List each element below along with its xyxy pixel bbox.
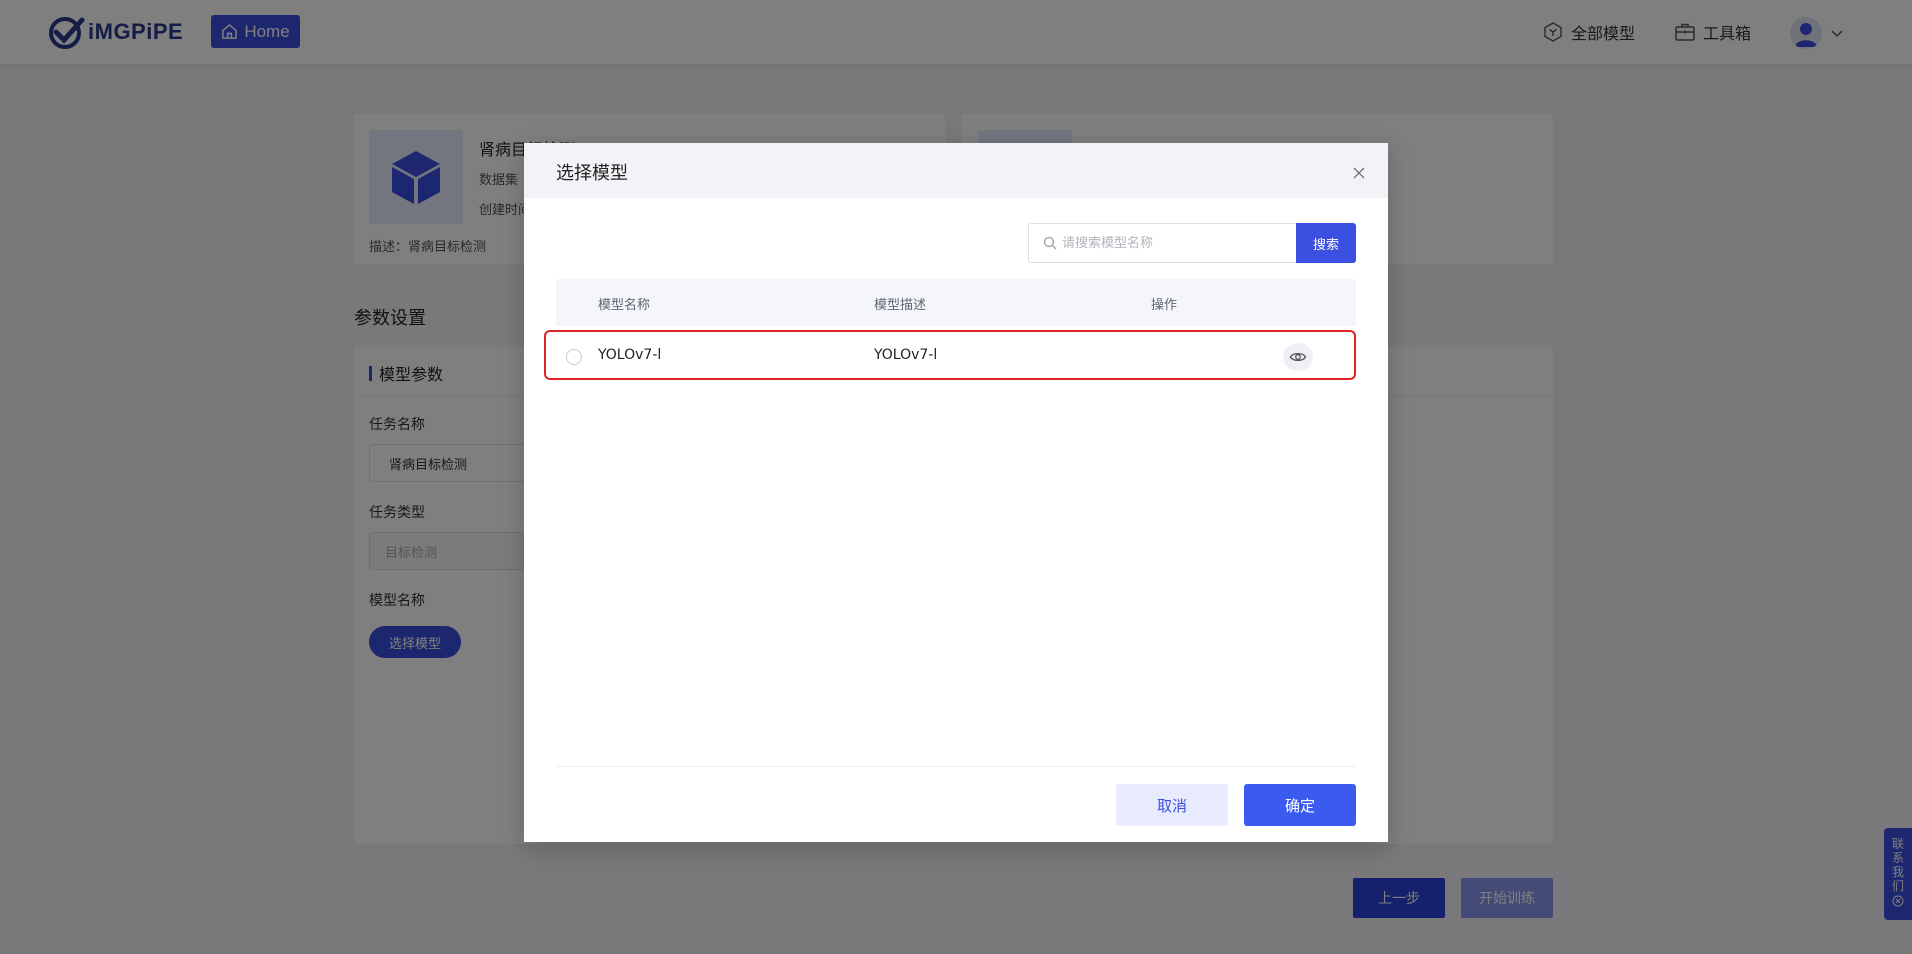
- confirm-button[interactable]: 确定: [1244, 784, 1356, 826]
- row-model-description: YOLOv7-l: [874, 347, 938, 363]
- dialog-title: 选择模型: [556, 163, 628, 184]
- model-search-input[interactable]: [1062, 235, 1282, 251]
- dialog-footer-divider: [556, 766, 1356, 767]
- dialog-header: 选择模型: [524, 143, 1388, 198]
- search-icon: [1043, 236, 1057, 250]
- select-model-dialog: 选择模型 搜索 模型名称 模型描述 操作 YOLOv7-l YOLOv7-l 取…: [524, 143, 1388, 842]
- model-search-box[interactable]: [1028, 223, 1296, 263]
- column-header-model-name: 模型名称: [598, 298, 651, 313]
- search-button[interactable]: 搜索: [1296, 223, 1356, 263]
- cancel-button[interactable]: 取消: [1116, 784, 1228, 826]
- model-table-header: 模型名称 模型描述 操作: [556, 279, 1356, 326]
- view-model-button[interactable]: [1283, 343, 1313, 371]
- row-select-radio[interactable]: [566, 349, 582, 365]
- close-icon[interactable]: [1352, 166, 1366, 180]
- eye-icon: [1289, 352, 1307, 362]
- column-header-model-description: 模型描述: [874, 298, 927, 313]
- row-model-name: YOLOv7-l: [598, 347, 662, 363]
- table-row[interactable]: YOLOv7-l YOLOv7-l: [544, 330, 1356, 380]
- column-header-actions: 操作: [1151, 298, 1178, 313]
- row-highlight-outline: [544, 330, 1356, 380]
